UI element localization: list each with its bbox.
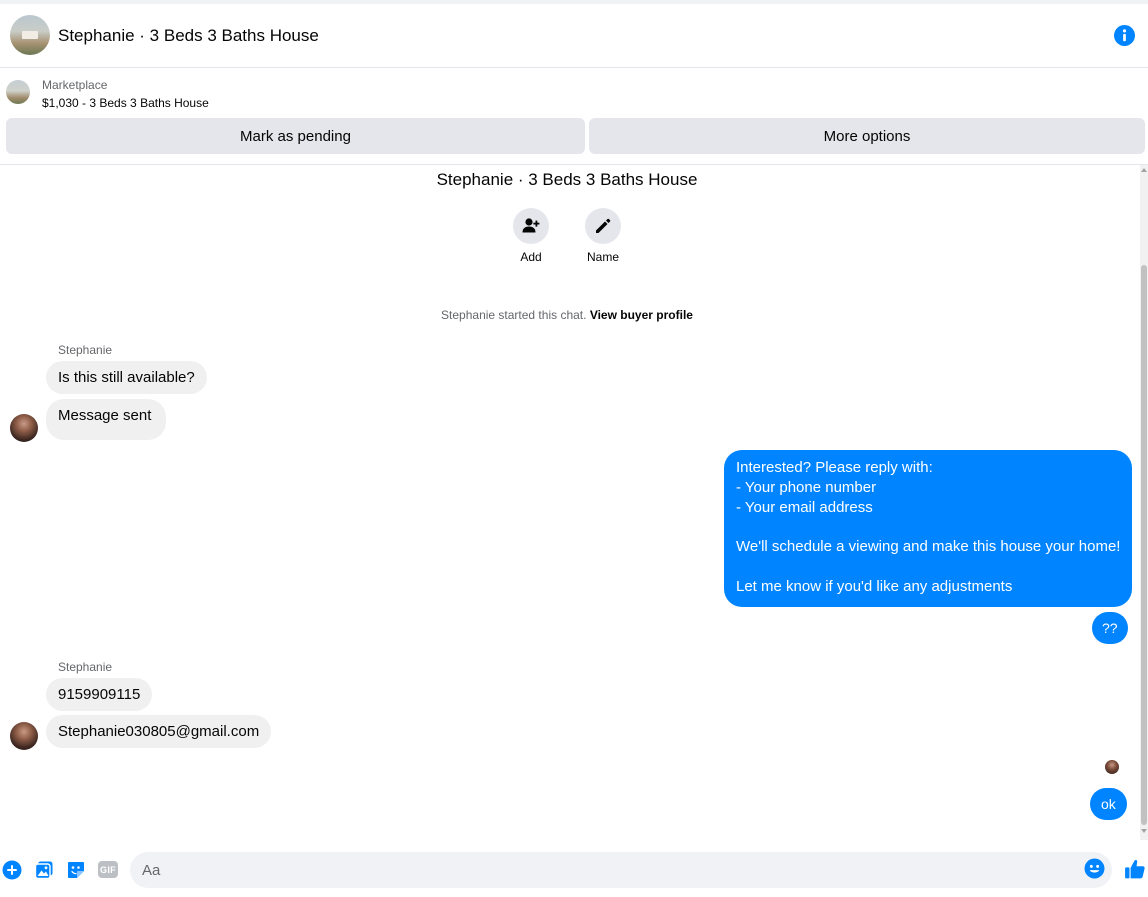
- conversation-title: Stephanie · 3 Beds 3 Baths House: [436, 170, 698, 189]
- stephanie-avatar[interactable]: [10, 722, 38, 750]
- scroll-down-arrow[interactable]: [1141, 829, 1147, 833]
- name-label: Name: [586, 250, 619, 264]
- listing-summary[interactable]: $1,030 - 3 Beds 3 Baths House: [42, 96, 209, 110]
- outgoing-message[interactable]: Interested? Please reply with: - Your ph…: [724, 450, 1133, 607]
- read-receipt-avatar: [1105, 760, 1119, 774]
- add-label: Add: [520, 250, 542, 264]
- mark-as-pending-button[interactable]: Mark as pending: [6, 118, 585, 154]
- incoming-message[interactable]: 9159909115: [46, 678, 153, 711]
- name-button[interactable]: [585, 208, 621, 244]
- add-person-icon: [522, 218, 540, 233]
- message-line: - Your email address: [736, 498, 873, 516]
- chat-header: Stephanie · 3 Beds 3 Baths House: [0, 4, 1148, 68]
- system-message: Stephanie started this chat. View buyer …: [0, 308, 1134, 322]
- incoming-message[interactable]: Message sent: [46, 399, 167, 440]
- message-line: [736, 517, 1120, 537]
- chat-title[interactable]: Stephanie · 3 Beds 3 Baths House: [58, 26, 319, 46]
- composer: GIF Aa: [0, 850, 1148, 897]
- marketplace-bar: Marketplace $1,030 - 3 Beds 3 Baths Hous…: [0, 68, 1148, 165]
- listing-avatar[interactable]: [10, 15, 50, 55]
- scrollbar[interactable]: [1140, 165, 1148, 840]
- message-input-placeholder: Aa: [142, 862, 161, 879]
- gif-icon[interactable]: GIF: [98, 861, 118, 878]
- message-line: We'll schedule a viewing and make this h…: [736, 538, 1121, 556]
- message-line: [736, 557, 1120, 577]
- outgoing-message[interactable]: ??: [1092, 612, 1128, 644]
- system-message-text: Stephanie started this chat.: [441, 308, 587, 322]
- conversation-area[interactable]: Stephanie · 3 Beds 3 Baths House Add Nam…: [0, 165, 1140, 850]
- listing-thumbnail[interactable]: [6, 80, 30, 104]
- scrollbar-thumb[interactable]: [1141, 265, 1147, 825]
- outgoing-message[interactable]: ok: [1090, 788, 1127, 820]
- add-button[interactable]: [513, 208, 549, 244]
- incoming-message[interactable]: Is this still available?: [46, 361, 207, 394]
- view-buyer-profile-link[interactable]: View buyer profile: [590, 308, 693, 322]
- marketplace-label: Marketplace: [42, 78, 108, 92]
- sender-name: Stephanie: [58, 343, 113, 357]
- message-line: Let me know if you'd like any adjustment…: [736, 577, 1013, 595]
- sender-name: Stephanie: [58, 660, 113, 674]
- incoming-message[interactable]: Stephanie030805@gmail.com: [46, 715, 272, 748]
- message-line: Interested? Please reply with:: [736, 459, 933, 476]
- pencil-icon: [596, 218, 611, 233]
- thumbs-up-icon[interactable]: [1124, 858, 1146, 880]
- sticker-icon[interactable]: [66, 860, 86, 880]
- plus-icon[interactable]: [2, 860, 22, 880]
- stephanie-avatar[interactable]: [10, 414, 38, 442]
- gif-icon-label: GIF: [100, 864, 116, 875]
- message-line: - Your phone number: [736, 478, 877, 496]
- info-icon[interactable]: [1114, 25, 1135, 46]
- emoji-icon[interactable]: [1084, 858, 1105, 879]
- photo-icon[interactable]: [34, 860, 54, 880]
- scroll-up-arrow[interactable]: [1141, 168, 1147, 172]
- more-options-button[interactable]: More options: [589, 118, 1145, 154]
- message-input[interactable]: Aa: [130, 852, 1112, 888]
